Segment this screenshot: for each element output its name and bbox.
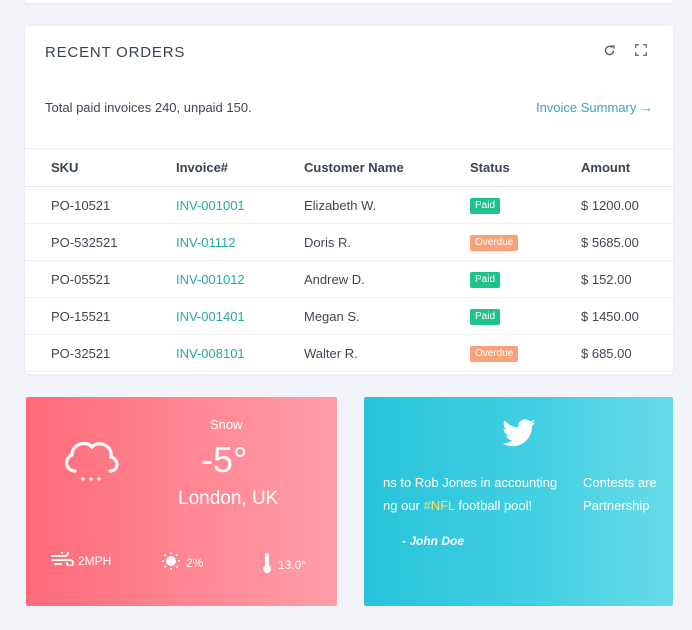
twitter-widget: ns to Rob Jones in accounting ng our #NF… xyxy=(364,397,673,606)
hashtag-link[interactable]: #NFL xyxy=(423,498,454,513)
card-title: RECENT ORDERS xyxy=(45,44,186,61)
sku-cell: PO-10521 xyxy=(25,186,176,224)
table-row[interactable]: PO-532521 INV-01112 Doris R. Overdue $ 5685.… xyxy=(25,223,673,261)
table-row[interactable]: PO-15521 INV-001401 Megan S. Paid $ 1450.00 xyxy=(25,297,673,335)
column-header[interactable]: Customer Name xyxy=(304,148,470,187)
customer-cell: Andrew D. xyxy=(304,271,365,287)
column-header[interactable]: SKU xyxy=(25,148,176,187)
amount-cell: $ 152.00 xyxy=(581,271,632,287)
customer-cell: Doris R. xyxy=(304,234,351,250)
status-cell: Overdue xyxy=(470,223,581,261)
expand-icon[interactable] xyxy=(633,42,649,58)
table-row[interactable]: PO-05521 INV-001012 Andrew D. Paid $ 152.00 xyxy=(25,260,673,298)
status-badge: Paid xyxy=(470,198,501,214)
invoice-cell: INV-001012 xyxy=(176,260,304,298)
weather-widget: Snow -5° London, UK 2MPH 2% 13.0° xyxy=(26,397,337,606)
amount-cell: $ 1200.00 xyxy=(581,186,673,224)
customer-cell: Walter R. xyxy=(304,345,358,361)
sku-cell: PO-532521 xyxy=(25,223,176,261)
tweet-text-line: Partnership xyxy=(583,498,650,513)
status-badge: Paid xyxy=(470,272,501,288)
twitter-icon[interactable] xyxy=(502,419,536,452)
invoice-link[interactable]: INV-01112 xyxy=(176,235,236,250)
table-header-row: SKU Invoice# Customer Name Status Amount xyxy=(25,148,673,187)
status-badge: Overdue xyxy=(470,346,519,362)
sun-cloud-icon xyxy=(160,552,182,573)
sku-cell: PO-32521 xyxy=(51,345,111,361)
amount-cell: $ 685.00 xyxy=(581,334,673,372)
amount-cell: $ 1450.00 xyxy=(581,297,673,335)
invoice-cell: INV-008101 xyxy=(176,334,304,372)
amount-cell: $ 685.00 xyxy=(581,345,632,361)
weather-city: London, UK xyxy=(178,488,279,509)
status-badge: Paid xyxy=(470,309,501,325)
invoice-link[interactable]: INV-001401 xyxy=(176,309,245,324)
status-cell: Paid xyxy=(470,260,581,298)
customer-cell: Elizabeth W. xyxy=(304,186,470,224)
column-header[interactable]: Status xyxy=(470,148,581,187)
invoice-link[interactable]: INV-001012 xyxy=(176,272,245,287)
amount-cell: $ 5685.00 xyxy=(581,234,639,250)
invoice-cell: INV-001401 xyxy=(176,297,304,335)
tweet-text: football pool! xyxy=(454,498,533,513)
tweet-text-line: ng our #NFL football pool! xyxy=(383,498,532,513)
card-tools xyxy=(601,42,649,58)
column-header[interactable]: Amount xyxy=(581,148,673,187)
tweet-text-line: Contests are xyxy=(583,475,657,490)
invoice-summary-link[interactable]: Invoice Summary → xyxy=(536,100,653,115)
sku-cell: PO-15521 xyxy=(51,308,111,324)
sku-cell: PO-10521 xyxy=(51,197,111,213)
weather-condition: Snow xyxy=(210,417,243,432)
customer-cell: Megan S. xyxy=(304,308,360,324)
customer-cell: Walter R. xyxy=(304,334,470,372)
amount-cell: $ 5685.00 xyxy=(581,223,673,261)
invoice-link[interactable]: INV-008101 xyxy=(176,346,245,361)
wind-icon xyxy=(50,549,74,569)
refresh-icon[interactable] xyxy=(601,42,617,58)
invoice-cell: INV-001001 xyxy=(176,186,304,224)
summary-text: Total paid invoices 240, unpaid 150. xyxy=(45,100,252,115)
customer-cell: Megan S. xyxy=(304,297,470,335)
status-cell: Paid xyxy=(470,186,581,224)
orders-table: SKU Invoice# Customer Name Status Amount… xyxy=(25,148,673,372)
invoice-link[interactable]: INV-001001 xyxy=(176,198,245,213)
thermometer-icon xyxy=(260,552,274,577)
status-badge: Overdue xyxy=(470,235,519,251)
tweet-author: - John Doe xyxy=(402,534,464,548)
invoice-cell: INV-01112 xyxy=(176,223,304,261)
thermometer-value: 13.0° xyxy=(278,557,307,572)
customer-cell: Andrew D. xyxy=(304,260,470,298)
sku-cell: PO-05521 xyxy=(51,271,111,287)
wind-value: 2MPH xyxy=(78,553,112,568)
customer-cell: Elizabeth W. xyxy=(304,197,377,213)
sku-cell: PO-532521 xyxy=(51,234,118,250)
tweet-text: ng our xyxy=(383,498,424,513)
amount-cell: $ 1450.00 xyxy=(581,308,639,324)
thermometer-stat: 13.0° xyxy=(260,552,306,577)
previous-card xyxy=(25,0,673,3)
snow-cloud-icon xyxy=(61,437,121,490)
status-cell: Overdue xyxy=(470,334,581,372)
column-header[interactable]: Invoice# xyxy=(176,148,304,187)
sku-cell: PO-05521 xyxy=(25,260,176,298)
recent-orders-card: RECENT ORDERS Total paid invoices 240, u… xyxy=(25,26,673,374)
precipitation-value: 2% xyxy=(186,555,204,570)
precipitation-stat: 2% xyxy=(160,552,203,573)
sku-cell: PO-32521 xyxy=(25,334,176,372)
sku-cell: PO-15521 xyxy=(25,297,176,335)
weather-temperature: -5° xyxy=(201,439,248,480)
amount-cell: $ 1200.00 xyxy=(581,197,639,213)
tweet-text-line: ns to Rob Jones in accounting xyxy=(383,475,558,490)
table-row[interactable]: PO-32521 INV-008101 Walter R. Overdue $ 685.… xyxy=(25,334,673,372)
wind-stat: 2MPH xyxy=(50,549,112,569)
customer-cell: Doris R. xyxy=(304,223,470,261)
table-row[interactable]: PO-10521 INV-001001 Elizabeth W. Paid $ 1200… xyxy=(25,186,673,224)
amount-cell: $ 152.00 xyxy=(581,260,673,298)
status-cell: Paid xyxy=(470,297,581,335)
